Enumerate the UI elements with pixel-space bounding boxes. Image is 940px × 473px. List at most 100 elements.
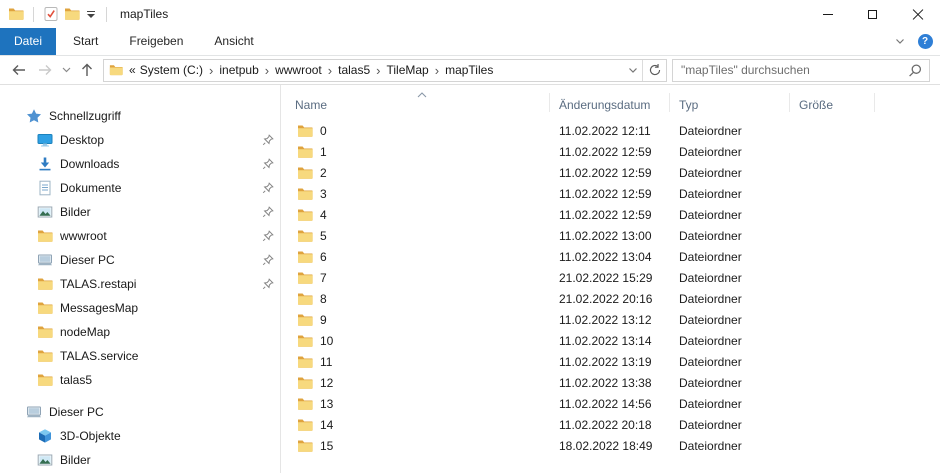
file-modified-date: 11.02.2022 13:00: [559, 229, 652, 243]
file-row[interactable]: 8 21.02.2022 20:16 Dateiordner: [281, 288, 940, 309]
file-row[interactable]: 0 11.02.2022 12:11 Dateiordner: [281, 120, 940, 141]
file-row[interactable]: 15 18.02.2022 18:49 Dateiordner: [281, 435, 940, 456]
cube-icon: [37, 428, 53, 444]
column-divider: [789, 93, 790, 112]
collapse-ribbon-chevron-icon[interactable]: [888, 38, 912, 45]
file-modified-date: 11.02.2022 13:04: [559, 250, 652, 264]
address-dropdown-button[interactable]: [624, 67, 642, 74]
tab-freigeben[interactable]: Freigeben: [115, 28, 197, 55]
file-row[interactable]: 10 11.02.2022 13:14 Dateiordner: [281, 330, 940, 351]
file-type: Dateiordner: [679, 418, 742, 432]
sidebar-item[interactable]: Dokumente: [0, 176, 280, 200]
breadcrumb-chevron[interactable]: ›: [431, 63, 443, 78]
sidebar-item-label: Desktop: [60, 133, 104, 147]
breadcrumb-item[interactable]: TileMap: [385, 63, 431, 77]
file-name: 15: [320, 439, 333, 453]
folder-icon[interactable]: [64, 6, 80, 22]
pin-icon: [262, 206, 274, 218]
file-row[interactable]: 14 11.02.2022 20:18 Dateiordner: [281, 414, 940, 435]
folder-icon: [297, 123, 313, 139]
file-row[interactable]: 5 11.02.2022 13:00 Dateiordner: [281, 225, 940, 246]
up-button[interactable]: [74, 58, 100, 82]
column-headers: Name Änderungsdatum Typ Größe: [281, 85, 940, 120]
folder-icon: [297, 354, 313, 370]
folder-icon: [297, 207, 313, 223]
breadcrumb-item[interactable]: talas5: [336, 63, 372, 77]
properties-check-icon[interactable]: [43, 6, 59, 22]
file-type: Dateiordner: [679, 292, 742, 306]
recent-locations-chevron-icon: [62, 67, 71, 73]
sidebar-item[interactable]: wwwroot: [0, 224, 280, 248]
column-header-date[interactable]: Änderungsdatum: [559, 98, 650, 112]
file-name: 2: [320, 166, 327, 180]
breadcrumb-chevron[interactable]: ›: [324, 63, 336, 78]
breadcrumb-item[interactable]: wwwroot: [273, 63, 324, 77]
breadcrumb-chevron[interactable]: ›: [372, 63, 384, 78]
sidebar-item[interactable]: Dieser PC: [0, 400, 280, 424]
column-header-size[interactable]: Größe: [799, 98, 833, 112]
sidebar-item[interactable]: Downloads: [0, 152, 280, 176]
breadcrumb-chevron[interactable]: ›: [205, 63, 217, 78]
sidebar-item[interactable]: Dieser PC: [0, 248, 280, 272]
file-row[interactable]: 7 21.02.2022 15:29 Dateiordner: [281, 267, 940, 288]
search-input[interactable]: [673, 60, 929, 81]
tab-start[interactable]: Start: [59, 28, 112, 55]
folder-icon: [297, 438, 313, 454]
file-row[interactable]: 1 11.02.2022 12:59 Dateiordner: [281, 141, 940, 162]
back-button[interactable]: [6, 58, 32, 82]
breadcrumb-item[interactable]: mapTiles: [443, 63, 495, 77]
pc-icon: [37, 252, 53, 268]
maximize-button[interactable]: [850, 0, 895, 28]
sidebar-item[interactable]: Bilder: [0, 448, 280, 472]
qat-dropdown-icon[interactable]: [85, 11, 97, 18]
maximize-icon: [868, 10, 877, 19]
tab-datei[interactable]: Datei: [0, 28, 56, 55]
sidebar-item[interactable]: MessagesMap: [0, 296, 280, 320]
breadcrumb: System (C:) › inetpub › wwwroot › talas5…: [138, 63, 496, 78]
refresh-button[interactable]: [643, 63, 666, 77]
pictures-icon: [37, 452, 53, 468]
file-type: Dateiordner: [679, 187, 742, 201]
folder-icon: [297, 144, 313, 160]
sidebar-item[interactable]: talas5: [0, 368, 280, 392]
file-row[interactable]: 9 11.02.2022 13:12 Dateiordner: [281, 309, 940, 330]
sort-ascending-icon: [417, 87, 427, 101]
pin-icon: [262, 278, 274, 290]
file-type: Dateiordner: [679, 271, 742, 285]
navigation-pane: Schnellzugriff Desktop: [0, 85, 281, 473]
window-folder-icon[interactable]: [8, 6, 24, 22]
sidebar-item[interactable]: Desktop: [0, 128, 280, 152]
tab-ansicht[interactable]: Ansicht: [200, 28, 267, 55]
column-header-name[interactable]: Name: [295, 98, 327, 112]
forward-button[interactable]: [32, 58, 58, 82]
file-row[interactable]: 11 11.02.2022 13:19 Dateiordner: [281, 351, 940, 372]
sidebar-item[interactable]: 3D-Objekte: [0, 424, 280, 448]
sidebar-item[interactable]: TALAS.service: [0, 344, 280, 368]
file-row[interactable]: 6 11.02.2022 13:04 Dateiordner: [281, 246, 940, 267]
sidebar-item-label: Dokumente: [60, 181, 121, 195]
breadcrumb-chevron[interactable]: ›: [261, 63, 273, 78]
file-row[interactable]: 12 11.02.2022 13:38 Dateiordner: [281, 372, 940, 393]
file-row[interactable]: 2 11.02.2022 12:59 Dateiordner: [281, 162, 940, 183]
sidebar-item[interactable]: Bilder: [0, 200, 280, 224]
sidebar-item[interactable]: TALAS.restapi: [0, 272, 280, 296]
sidebar-item[interactable]: Schnellzugriff: [0, 104, 280, 128]
recent-locations-button[interactable]: [58, 58, 74, 82]
search-icon: [907, 63, 923, 82]
breadcrumb-item[interactable]: System (C:): [138, 63, 205, 77]
close-button[interactable]: [895, 0, 940, 28]
help-button[interactable]: ?: [912, 34, 938, 49]
sidebar-item[interactable]: nodeMap: [0, 320, 280, 344]
file-row[interactable]: 13 11.02.2022 14:56 Dateiordner: [281, 393, 940, 414]
file-row[interactable]: 4 11.02.2022 12:59 Dateiordner: [281, 204, 940, 225]
folder-icon: [297, 333, 313, 349]
window-title: mapTiles: [120, 7, 168, 21]
breadcrumb-item[interactable]: inetpub: [217, 63, 260, 77]
file-row[interactable]: 3 11.02.2022 12:59 Dateiordner: [281, 183, 940, 204]
file-modified-date: 11.02.2022 12:59: [559, 145, 652, 159]
minimize-button[interactable]: [805, 0, 850, 28]
column-header-type[interactable]: Typ: [679, 98, 698, 112]
breadcrumb-overflow-chevron[interactable]: «: [127, 63, 138, 77]
address-bar[interactable]: « System (C:) › inetpub › wwwroot ›: [103, 59, 667, 82]
sidebar-item-label: nodeMap: [60, 325, 110, 339]
